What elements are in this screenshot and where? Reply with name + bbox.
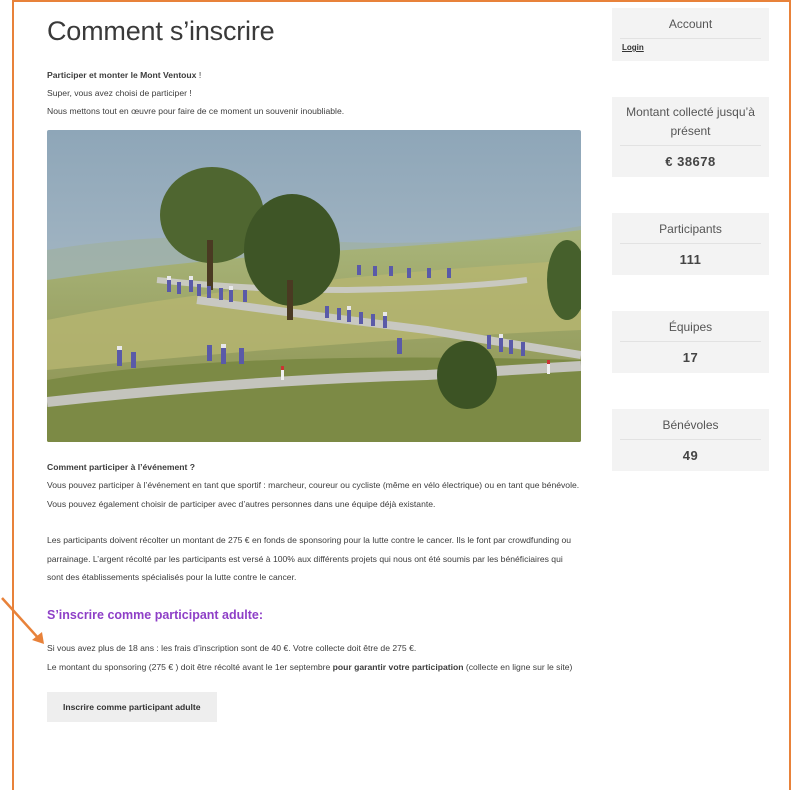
participants-widget: Participants 111 <box>612 213 769 275</box>
page-title: Comment s’inscrire <box>47 16 275 46</box>
sponsoring-deadline-line: Le montant du sponsoring (275 € ) doit ê… <box>47 658 581 677</box>
annotation-frame-top <box>12 0 791 2</box>
deadline-text-end: (collecte en ligne sur le site) <box>463 661 573 672</box>
amount-widget: Montant collecté jusqu’à présent € 38678 <box>612 97 769 177</box>
participants-value: 111 <box>679 252 702 267</box>
intro-bold-suffix: ! <box>196 70 202 80</box>
deadline-text-bold: pour garantir votre participation <box>332 661 464 672</box>
adult-fee-line: Si vous avez plus de 18 ans : les frais … <box>47 642 417 653</box>
annotation-arrow-icon <box>1 597 44 644</box>
account-widget: Account Login <box>612 8 769 61</box>
teams-value: 17 <box>682 350 699 365</box>
volunteers-value: 49 <box>682 448 699 463</box>
widget-divider <box>620 243 761 244</box>
widget-divider <box>620 439 761 440</box>
adult-registration-details: Si vous avez plus de 18 ans : les frais … <box>47 639 581 676</box>
account-title: Account <box>668 17 713 31</box>
teams-widget: Équipes 17 <box>612 311 769 373</box>
register-adult-button[interactable]: Inscrire comme participant adulte <box>47 692 217 723</box>
annotation-frame-left <box>12 0 14 790</box>
mountain-road-photo <box>47 130 581 442</box>
deadline-text-start: Le montant du sponsoring (275 € ) doit ê… <box>47 661 333 672</box>
teams-title: Équipes <box>668 320 713 334</box>
sidebar: Account Login Montant collecté jusqu’à p… <box>612 8 769 471</box>
participation-paragraph: Vous pouvez participer à l’événement en … <box>47 480 580 509</box>
main-content: Comment s’inscrire Participer et monter … <box>47 8 581 723</box>
volunteers-widget: Bénévoles 49 <box>612 409 769 471</box>
hero-image <box>47 130 581 442</box>
widget-divider <box>620 341 761 342</box>
widget-divider <box>620 145 761 146</box>
intro-line-3: Nous mettons tout en œuvre pour faire de… <box>47 106 345 116</box>
intro-bold: Participer et monter le Mont Ventoux <box>47 70 197 80</box>
volunteers-title: Bénévoles <box>662 418 719 432</box>
section-question: Comment participer à l’événement ? <box>47 462 196 472</box>
participants-title: Participants <box>659 222 722 236</box>
adult-registration-heading: S’inscrire comme participant adulte: <box>47 607 264 622</box>
login-link[interactable]: Login <box>622 43 759 52</box>
intro-text: Participer et monter le Mont Ventoux ! S… <box>47 66 581 120</box>
amount-title: Montant collecté jusqu’à présent <box>626 105 755 138</box>
sponsoring-paragraph: Les participants doivent récolter un mon… <box>47 535 572 583</box>
intro-line-2: Super, vous avez choisi de participer ! <box>47 88 192 98</box>
widget-divider <box>620 38 761 39</box>
amount-value: € 38678 <box>665 154 716 169</box>
